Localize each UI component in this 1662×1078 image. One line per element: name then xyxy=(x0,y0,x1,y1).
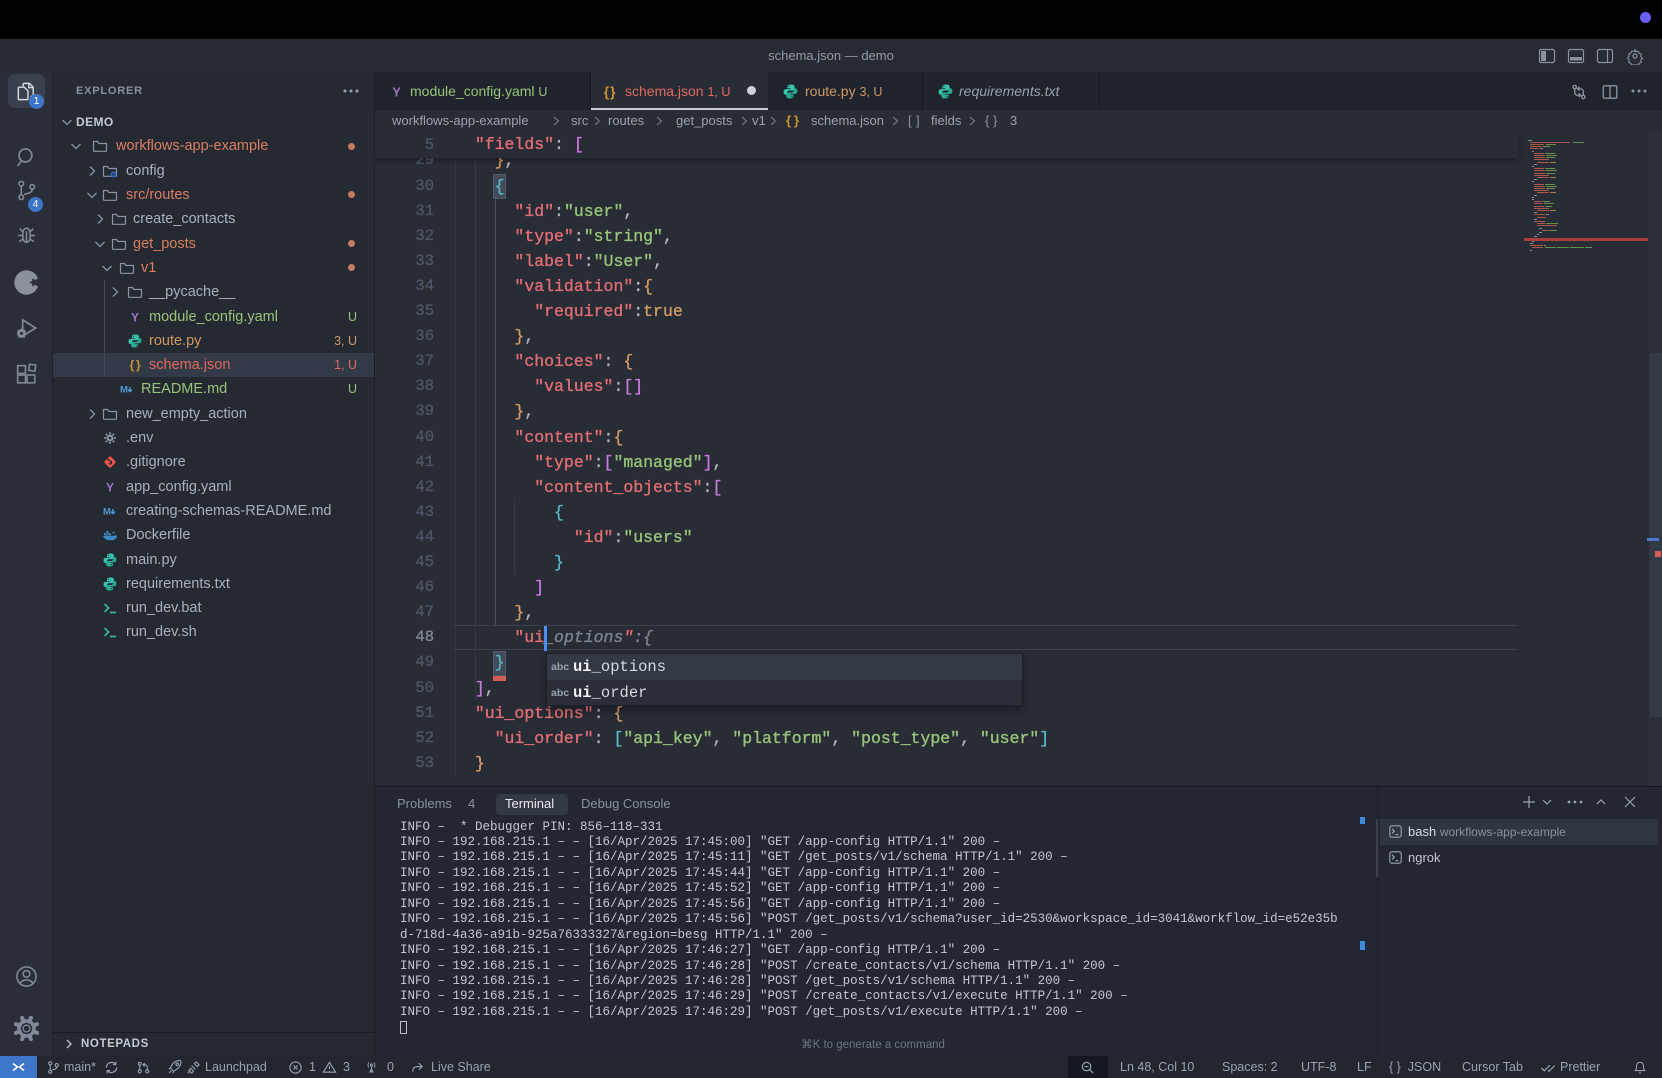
svg-text:M: M xyxy=(103,506,111,517)
svg-text:{: { xyxy=(604,83,610,99)
svg-text:}: } xyxy=(136,358,141,372)
svg-text:Y: Y xyxy=(392,84,401,99)
svg-text:{: { xyxy=(130,358,135,372)
svg-text:}: } xyxy=(610,83,616,99)
svg-text:Y: Y xyxy=(131,310,139,324)
svg-text:Y: Y xyxy=(106,480,114,494)
svg-text:M: M xyxy=(120,385,128,396)
